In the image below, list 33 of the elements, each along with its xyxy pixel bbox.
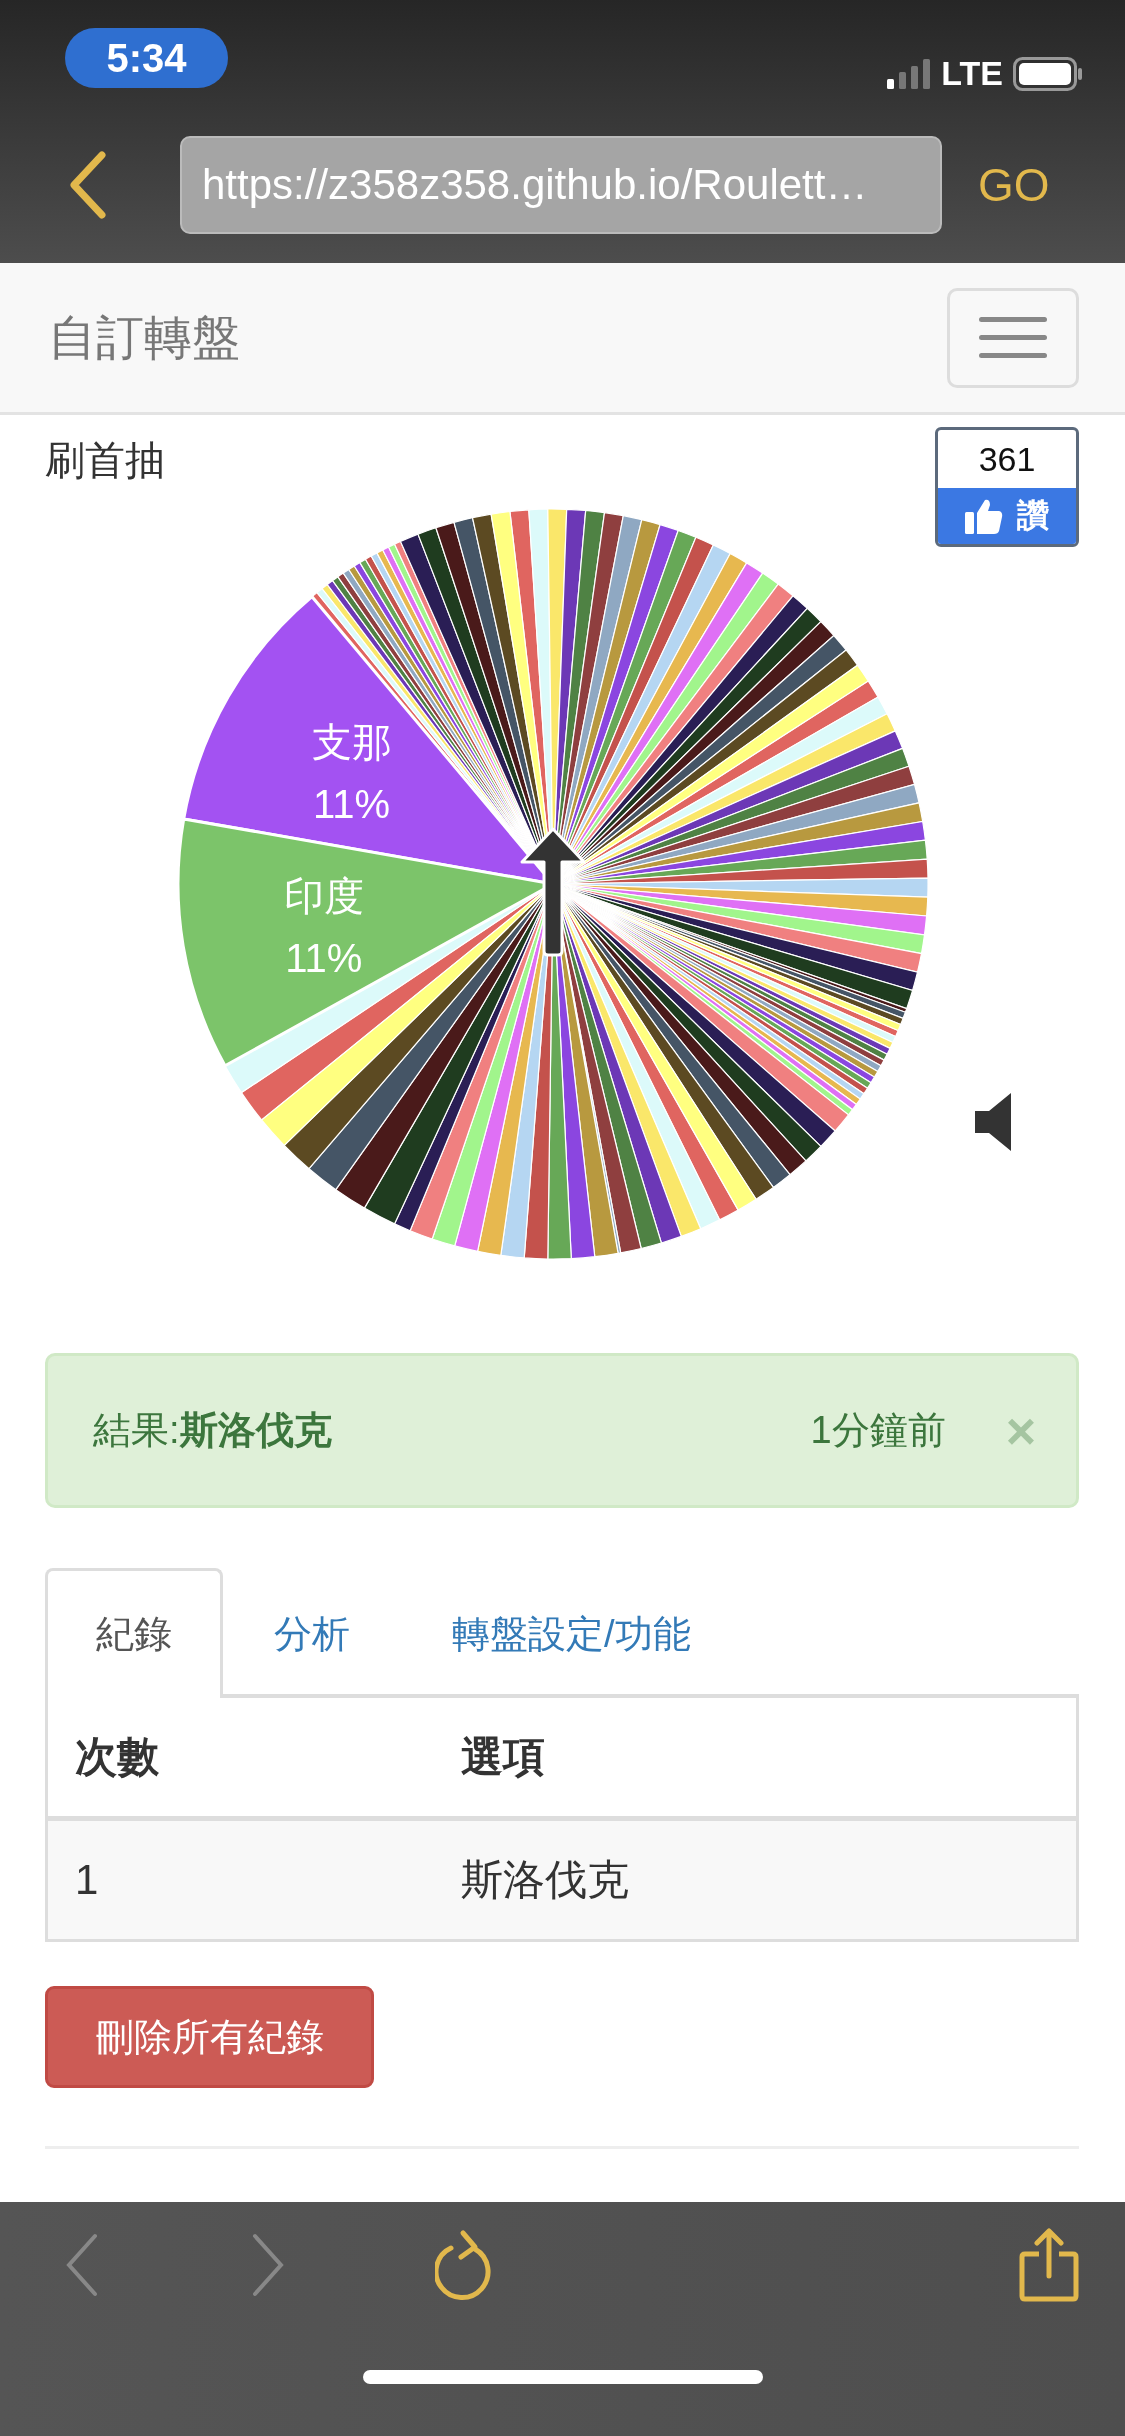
network-label: LTE (941, 54, 1003, 93)
wheel-title: 刷首抽 (45, 437, 165, 484)
result-time: 1分鐘前 (810, 1408, 946, 1453)
column-header: 次數 (75, 1732, 160, 1782)
tab[interactable]: 紀錄 (45, 1568, 223, 1698)
like-button[interactable]: 361 讚 (935, 427, 1079, 547)
table-cell-text: 1 (75, 1856, 100, 1904)
slice-percent: 11% (285, 936, 363, 981)
menu-icon (979, 316, 1047, 359)
signal-icon (887, 58, 932, 89)
wheel-drawing[interactable] (177, 508, 929, 1260)
menu-button[interactable] (947, 287, 1079, 388)
url-field[interactable]: https://z358z358.github.io/Roulett… (180, 136, 942, 234)
result-text: 結果:斯洛伐克 (93, 1408, 333, 1453)
site-title[interactable]: 自訂轉盤 (48, 305, 240, 370)
slice-label: 印度 (283, 874, 364, 919)
table-cell-text: 斯洛伐克 (461, 1855, 629, 1905)
like-count: 361 (977, 438, 1037, 480)
like-label: 讚 (1017, 496, 1049, 535)
back-icon[interactable] (68, 151, 108, 219)
slice-percent: 11% (313, 781, 391, 826)
thumbs-up-icon (965, 498, 1003, 534)
arrow-icon (520, 827, 586, 957)
tab[interactable]: 轉盤設定/功能 (401, 1568, 742, 1698)
speaker-icon[interactable] (975, 1093, 1013, 1151)
status-time: 5:34 (65, 28, 228, 88)
battery-icon (1013, 56, 1083, 91)
delete-button[interactable]: 刪除所有紀錄 (45, 1986, 374, 2088)
tab[interactable]: 分析 (223, 1568, 401, 1698)
slice-label: 支那 (311, 719, 392, 764)
column-header: 選項 (461, 1732, 545, 1782)
share-icon[interactable] (1019, 2228, 1079, 2302)
go-button[interactable]: GO (978, 158, 1050, 212)
